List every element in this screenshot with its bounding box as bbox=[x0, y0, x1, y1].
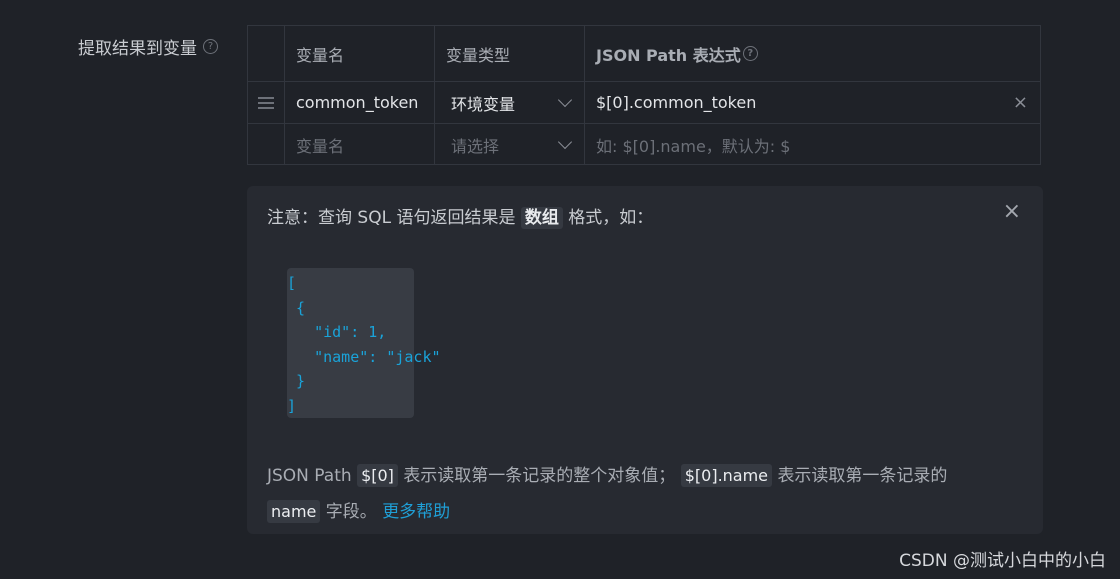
notice-title-suffix: 格式，如： bbox=[568, 208, 654, 228]
remove-row-icon[interactable]: × bbox=[1013, 92, 1028, 113]
notice-footer: JSON Path $[0] 表示读取第一条记录的整个对象值； $[0].nam… bbox=[267, 458, 967, 530]
help-icon[interactable]: ? bbox=[203, 39, 218, 54]
var-name-input[interactable]: common_token bbox=[285, 82, 435, 123]
notice-title-highlight: 数组 bbox=[520, 207, 563, 229]
drag-handle-icon[interactable] bbox=[258, 96, 274, 109]
sql-notice-panel: 注意：查询 SQL 语句返回结果是 数组 格式，如： × [ { "id": 1… bbox=[247, 186, 1043, 534]
code-sample: [ { "id": 1, "name": "jack" } ] bbox=[287, 268, 441, 418]
footer-code-3: name bbox=[267, 500, 321, 523]
footer-code-1: $[0] bbox=[357, 464, 398, 487]
var-type-select[interactable]: 环境变量 bbox=[435, 82, 585, 123]
header-var-type: 变量类型 bbox=[435, 26, 585, 81]
notice-title-prefix: 注意：查询 SQL 语句返回结果是 bbox=[267, 208, 516, 228]
notice-title: 注意：查询 SQL 语句返回结果是 数组 格式，如： bbox=[267, 203, 654, 229]
new-table-row: 变量名 请选择 如: $[0].name，默认为: $ bbox=[248, 124, 1040, 165]
header-var-name: 变量名 bbox=[285, 26, 435, 81]
header-json-path: JSON Path 表达式 ? bbox=[585, 26, 1040, 81]
field-label-text: 提取结果到变量 bbox=[78, 39, 197, 59]
more-help-link[interactable]: 更多帮助 bbox=[382, 502, 450, 522]
json-path-value: $[0].common_token bbox=[596, 93, 757, 112]
new-var-type-select[interactable]: 请选择 bbox=[435, 124, 585, 165]
table-row: common_token 环境变量 $[0].common_token × bbox=[248, 82, 1040, 124]
chevron-down-icon bbox=[557, 134, 573, 150]
footer-text-2: 表示读取第一条记录的整个对象值； bbox=[403, 466, 676, 486]
footer-text-4: 字段。 bbox=[325, 502, 377, 522]
chevron-down-icon bbox=[557, 92, 573, 108]
watermark: CSDN @测试小白中的小白 bbox=[899, 551, 1106, 571]
footer-code-2: $[0].name bbox=[680, 464, 773, 487]
json-path-input[interactable]: $[0].common_token × bbox=[585, 82, 1040, 123]
field-label: 提取结果到变量 ? bbox=[78, 34, 218, 59]
footer-text-3: 表示读取第一条记录的 bbox=[777, 466, 948, 486]
header-json-path-label: JSON Path 表达式 bbox=[596, 45, 741, 65]
new-json-path-input[interactable]: 如: $[0].name，默认为: $ bbox=[585, 124, 1040, 165]
close-icon[interactable]: × bbox=[1003, 199, 1021, 224]
table-header: 变量名 变量类型 JSON Path 表达式 ? bbox=[248, 26, 1040, 82]
variable-table: 变量名 变量类型 JSON Path 表达式 ? common_token 环境… bbox=[247, 25, 1041, 165]
header-drag-col bbox=[248, 26, 285, 81]
new-var-name-input[interactable]: 变量名 bbox=[285, 124, 435, 165]
drag-handle-cell[interactable] bbox=[248, 82, 285, 123]
new-row-drag-col bbox=[248, 124, 285, 165]
new-var-type-placeholder: 请选择 bbox=[451, 136, 500, 156]
footer-text-1: JSON Path bbox=[267, 466, 352, 486]
var-type-value: 环境变量 bbox=[451, 94, 516, 114]
header-help-icon[interactable]: ? bbox=[742, 46, 758, 61]
